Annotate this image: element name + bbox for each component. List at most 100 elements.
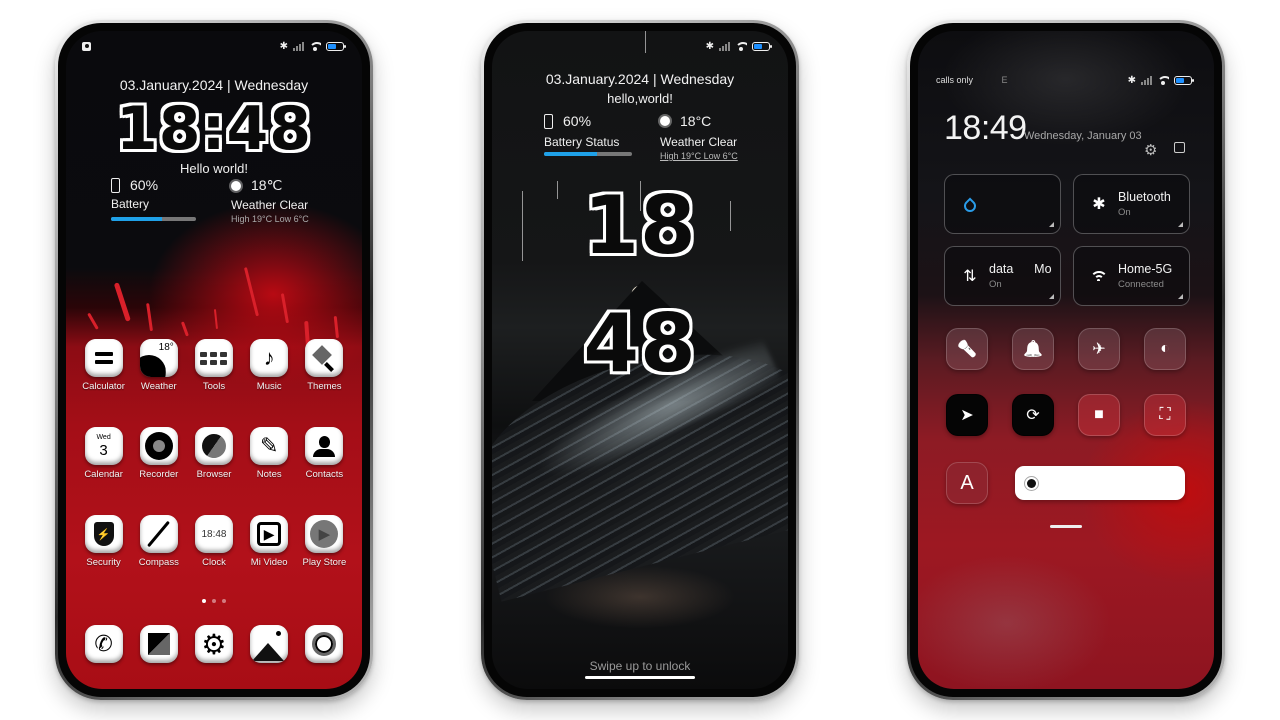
date-line: 03.January.2024 | Wednesday: [545, 71, 735, 87]
app-weather[interactable]: 18° Weather: [131, 339, 186, 427]
toggle-notifications[interactable]: 🔔: [1012, 328, 1054, 370]
tile-wifi[interactable]: Home-5G Connected: [1073, 246, 1190, 306]
security-icon: ⚡: [84, 515, 123, 553]
tile-mobile-data[interactable]: ⇅ data Mo On: [944, 246, 1061, 306]
recorder-icon: [139, 427, 178, 465]
dock-settings[interactable]: ⚙: [186, 625, 241, 675]
phone-lock-screen: ✱ 03.January.2024 | Wednesday hello,worl…: [481, 20, 799, 700]
app-recorder[interactable]: Recorder: [131, 427, 186, 515]
clock-minutes: 48: [492, 299, 788, 389]
expand-corner-icon[interactable]: [1178, 222, 1183, 227]
auto-brightness-label: A: [960, 471, 974, 494]
weather-condition: Weather Clear: [660, 135, 738, 149]
toggle-reading-mode[interactable]: ◐: [1144, 328, 1186, 370]
data-arrows-icon: ⇅: [963, 268, 977, 285]
showcase-stage: ✱ 03.January.2024 | Wednesday 18:48 Hell…: [0, 0, 1280, 720]
sun-icon: [231, 180, 241, 191]
battery-label: Battery: [111, 197, 150, 211]
dock-camera[interactable]: [297, 625, 352, 675]
app-label: Notes: [256, 469, 282, 480]
browser-icon: [194, 427, 233, 465]
page-dot[interactable]: [202, 599, 206, 603]
greeting: hello,world!: [607, 91, 673, 106]
home-screen: ✱ 03.January.2024 | Wednesday 18:48 Hell…: [66, 31, 362, 689]
app-themes[interactable]: Themes: [297, 339, 352, 427]
clock-separator: :: [201, 94, 227, 164]
app-clock[interactable]: 18:48 Clock: [186, 515, 241, 603]
phone-bezel: calls only E ✱ 18:49 Wednesday, January …: [910, 23, 1222, 697]
app-label: Play Store: [302, 557, 347, 568]
toggle-screen-record[interactable]: ■: [1078, 394, 1120, 436]
bluetooth-icon: ✱: [279, 40, 288, 52]
clock-widget[interactable]: 18:48: [66, 93, 362, 165]
tile-data-saver[interactable]: [944, 174, 1061, 234]
scan-icon: ⛶: [1159, 406, 1171, 423]
wifi-icon: [735, 41, 747, 51]
tile-bluetooth[interactable]: ✱ Bluetooth On: [1073, 174, 1190, 234]
video-camera-icon: ■: [1094, 406, 1104, 423]
bluetooth-icon: ✱: [705, 40, 714, 52]
app-music[interactable]: ♪ Music: [242, 339, 297, 427]
expand-corner-icon[interactable]: [1178, 294, 1183, 299]
app-mi-video[interactable]: ▶ Mi Video: [242, 515, 297, 603]
battery-icon: [326, 41, 346, 51]
tile-text: Home-5G Connected: [1118, 262, 1172, 290]
close-handle[interactable]: [1050, 525, 1082, 528]
clock-icon: 18:48: [194, 515, 233, 553]
phone-control-center: calls only E ✱ 18:49 Wednesday, January …: [907, 20, 1225, 700]
dock-messages[interactable]: [131, 625, 186, 675]
contacts-icon: [305, 427, 344, 465]
page-dot[interactable]: [212, 599, 216, 603]
edit-icon[interactable]: [1174, 142, 1185, 153]
app-security[interactable]: ⚡ Security: [76, 515, 131, 603]
toggle-scanner[interactable]: ⛶: [1144, 394, 1186, 436]
app-play-store[interactable]: ▶ Play Store: [297, 515, 352, 603]
app-tools[interactable]: Tools: [186, 339, 241, 427]
battery-progress: [111, 217, 196, 221]
tile-subtitle: Connected: [1118, 279, 1164, 290]
weather-widget: 18°C Weather Clear High 19°C Low 6°C: [660, 113, 755, 161]
weather-temp: 18℃: [251, 177, 283, 193]
app-calendar[interactable]: Wed 3 Calendar: [76, 427, 131, 515]
rotation-lock-icon: ⟳: [1026, 407, 1040, 424]
carrier-status: calls only E: [936, 75, 1008, 85]
battery-progress: [544, 152, 632, 156]
page-dot[interactable]: [222, 599, 226, 603]
app-notes[interactable]: ✎ Notes: [242, 427, 297, 515]
dock-gallery[interactable]: [242, 625, 297, 675]
bluetooth-icon: ✱: [1127, 74, 1136, 86]
toggle-location[interactable]: ➤: [946, 394, 988, 436]
app-compass[interactable]: Compass: [131, 515, 186, 603]
settings-gear-icon[interactable]: ⚙: [1144, 141, 1157, 159]
battery-widget: 60% Battery Status: [544, 113, 632, 156]
weather-icon: 18°: [139, 339, 178, 377]
app-label: Contacts: [305, 469, 344, 480]
tile-title: Home-5G: [1118, 262, 1173, 276]
toggle-airplane-mode[interactable]: ✈: [1078, 328, 1120, 370]
swipe-hint: Swipe up to unlock: [589, 659, 691, 673]
wifi-icon: [1157, 75, 1169, 85]
brightness-slider[interactable]: [1015, 466, 1185, 500]
auto-brightness-button[interactable]: A: [946, 462, 988, 504]
bell-icon: 🔔: [1023, 341, 1043, 358]
home-indicator[interactable]: [585, 676, 695, 679]
dock-phone[interactable]: ✆: [76, 625, 131, 675]
greeting: Hello world!: [180, 161, 248, 176]
tile-text: Bluetooth On: [1118, 190, 1171, 218]
cc-date: Wednesday, January 03: [1024, 130, 1142, 142]
tile-title: data Mo: [989, 262, 1052, 276]
expand-corner-icon[interactable]: [1049, 222, 1054, 227]
tile-title: Bluetooth: [1118, 190, 1171, 204]
lock-screen[interactable]: ✱ 03.January.2024 | Wednesday hello,worl…: [492, 31, 788, 689]
app-calculator[interactable]: Calculator: [76, 339, 131, 427]
app-browser[interactable]: Browser: [186, 427, 241, 515]
flashlight-icon: 🔦: [957, 341, 977, 358]
app-label: Tools: [202, 381, 226, 392]
expand-corner-icon[interactable]: [1049, 294, 1054, 299]
toggle-flashlight[interactable]: 🔦: [946, 328, 988, 370]
phone-outline-icon: [111, 177, 120, 193]
battery-percent: 60%: [563, 113, 592, 129]
app-contacts[interactable]: Contacts: [297, 427, 352, 515]
battery-progress-fill: [544, 152, 597, 156]
toggle-rotation-lock[interactable]: ⟳: [1012, 394, 1054, 436]
